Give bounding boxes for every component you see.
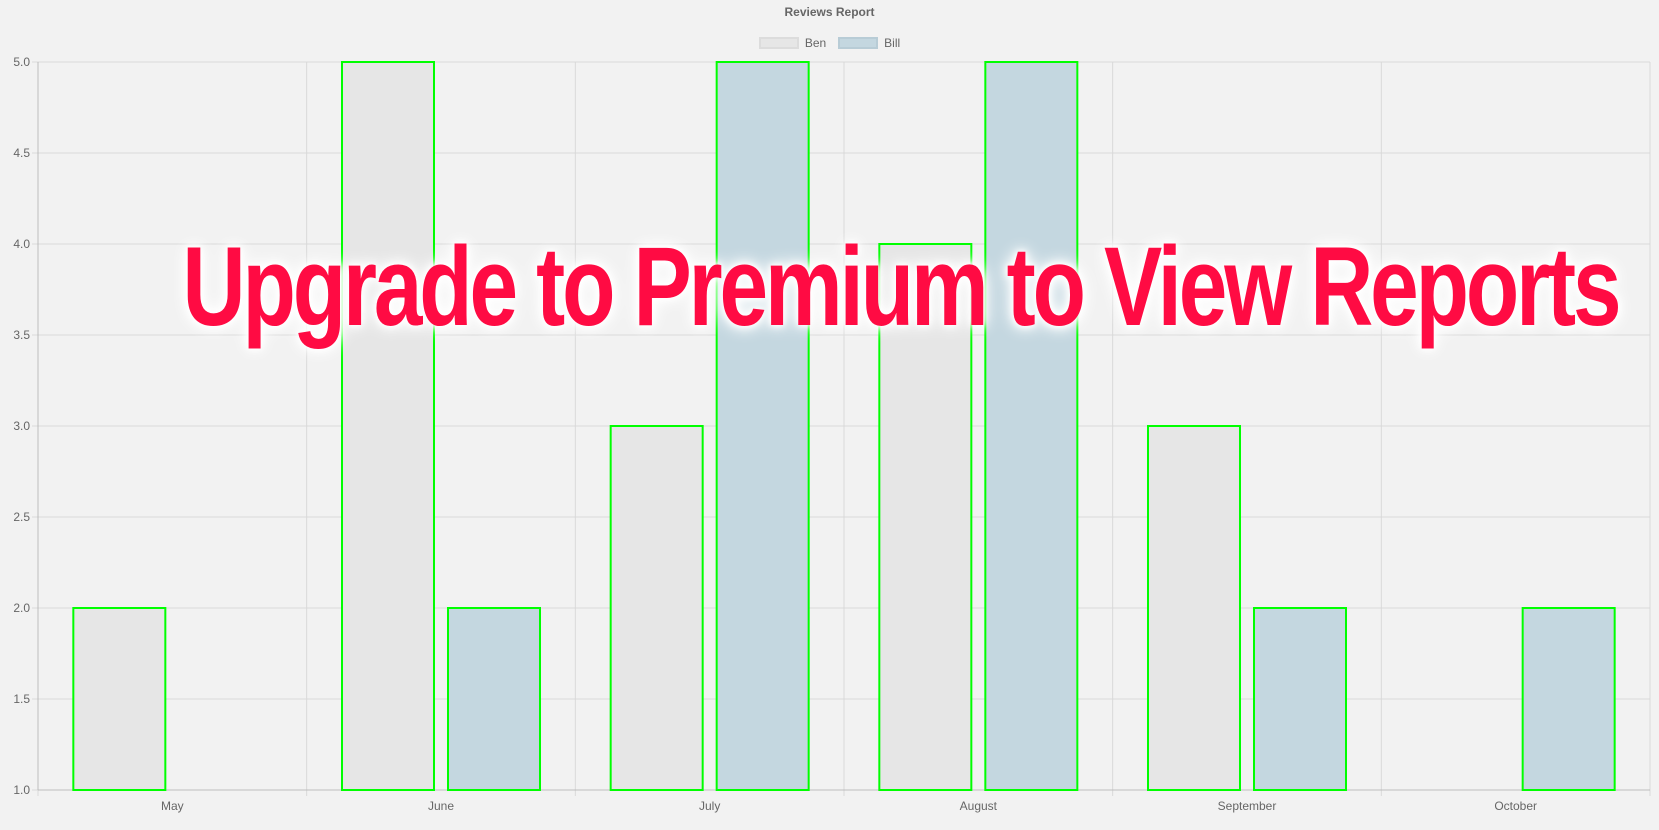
bar-bill-september: [1253, 607, 1347, 791]
y-tick-label: 1.5: [13, 692, 30, 706]
y-tick-label: 3.0: [13, 419, 30, 433]
y-tick-label: 4.0: [13, 237, 30, 251]
x-tick-label: September: [1218, 799, 1277, 813]
bar-bill-july: [715, 61, 810, 791]
bar-ben-june: [341, 61, 435, 791]
bar-ben-july: [609, 425, 704, 791]
x-tick-label: October: [1494, 799, 1537, 813]
chart-area: Reviews Report Ben Bill 1.0 1.5 2.0 2.5 3.0 3…: [0, 0, 1659, 830]
y-tick-label: 5.0: [13, 55, 30, 69]
bar-ben-september: [1147, 425, 1241, 791]
upgrade-overlay-text: Upgrade to Premium to View Reports: [182, 224, 1621, 349]
y-tick-label: 3.5: [13, 328, 30, 342]
bar-bill-june: [447, 607, 541, 791]
chart-svg: 1.0 1.5 2.0 2.5 3.0 3.5 4.0 4.5 5.0 May June July Au…: [13, 55, 1651, 813]
x-tick-label: July: [699, 799, 720, 813]
x-tick-label: May: [161, 799, 184, 813]
x-tick-label: June: [428, 799, 454, 813]
y-tick-label: 2.5: [13, 510, 30, 524]
bar-bill-october: [1521, 607, 1616, 791]
y-tick-label: 2.0: [13, 601, 30, 615]
bar-ben-may: [72, 607, 167, 791]
y-tick-label: 1.0: [13, 783, 30, 797]
y-tick-label: 4.5: [13, 146, 30, 160]
bar-bill-august: [984, 61, 1079, 791]
x-tick-label: August: [960, 799, 998, 813]
